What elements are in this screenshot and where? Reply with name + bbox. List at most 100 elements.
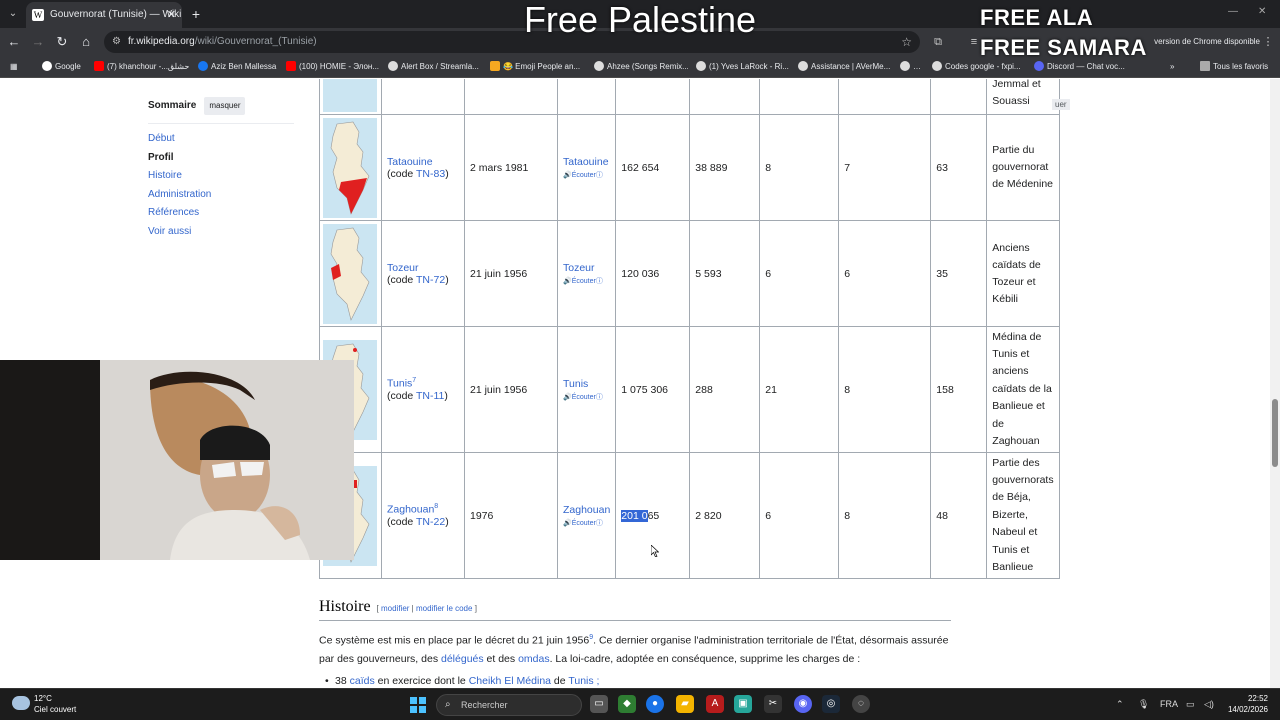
- search-icon: ⌕: [445, 699, 451, 710]
- edit-link[interactable]: modifier: [381, 604, 409, 613]
- name-cell: Tozeur (code TN-72): [381, 220, 465, 327]
- mouse-cursor-icon: [651, 545, 659, 557]
- footnote-ref[interactable]: 8: [434, 503, 438, 510]
- scrollbar-thumb[interactable]: [1272, 399, 1278, 467]
- xbox-app-icon[interactable]: ◆: [618, 695, 636, 713]
- weather-widget[interactable]: 12°C Ciel couvert: [12, 693, 102, 717]
- seat-link[interactable]: Zaghouan: [563, 504, 610, 516]
- iso-code-link[interactable]: TN-11: [416, 390, 444, 402]
- toc-item-references[interactable]: Références: [148, 204, 294, 223]
- taskbar-clock[interactable]: 22:52 14/02/2026: [1222, 693, 1268, 715]
- bookmark-facebook[interactable]: Aziz Ben Mallessa: [198, 56, 280, 78]
- reload-icon[interactable]: ↻: [54, 34, 70, 50]
- start-button[interactable]: [410, 697, 426, 713]
- facebook-icon: [198, 61, 208, 71]
- listen-link[interactable]: 🔊Écouterⓘ: [563, 518, 610, 528]
- governorate-link[interactable]: Zaghouan: [387, 504, 434, 516]
- listen-link[interactable]: 🔊Écouterⓘ: [563, 392, 610, 402]
- app-icon[interactable]: ▣: [734, 695, 752, 713]
- hide-stub-button[interactable]: uer: [1052, 99, 1070, 110]
- toc-hide-button[interactable]: masquer: [204, 97, 246, 115]
- bookmark-yves-larock[interactable]: (1) Yves LaRock - Ri...: [696, 56, 790, 78]
- bookmark-google[interactable]: Google: [42, 56, 90, 78]
- bookmarks-overflow-icon[interactable]: »: [1170, 56, 1182, 78]
- home-icon[interactable]: ⌂: [78, 34, 94, 50]
- toc-item-administration[interactable]: Administration: [148, 186, 294, 205]
- iso-code-link[interactable]: TN-72: [416, 274, 445, 286]
- capcut-icon[interactable]: ✂: [764, 695, 782, 713]
- bookmark-unnamed[interactable]: …: [900, 56, 924, 78]
- language-indicator[interactable]: FRA: [1160, 697, 1178, 711]
- info-icon: ⓘ: [595, 519, 603, 527]
- bookmark-emoji[interactable]: 😂 Emoji People an...: [490, 56, 584, 78]
- footnote-ref[interactable]: 7: [412, 377, 416, 384]
- governorate-link[interactable]: Tozeur: [387, 262, 419, 274]
- page-scrollbar[interactable]: [1270, 79, 1280, 688]
- bookmark-star-icon[interactable]: ☆: [901, 31, 912, 53]
- caids-link[interactable]: caïds: [350, 675, 375, 687]
- population-cell[interactable]: 201 065: [615, 452, 691, 579]
- adobe-app-icon[interactable]: A: [706, 695, 724, 713]
- back-icon[interactable]: ←: [6, 34, 22, 50]
- iso-code-link[interactable]: TN-22: [416, 516, 445, 528]
- seat-cell: Tunis 🔊Écouterⓘ: [556, 326, 617, 453]
- seat-link[interactable]: Tunis: [563, 378, 588, 390]
- tunis-link[interactable]: Tunis ;: [568, 675, 599, 687]
- site-info-icon[interactable]: ⚙: [112, 36, 121, 48]
- webcam-feed-image: [0, 360, 354, 560]
- seat-link[interactable]: Tataouine: [563, 156, 609, 168]
- map-image: [323, 79, 377, 112]
- minimize-icon[interactable]: —: [1228, 6, 1238, 17]
- tab-active[interactable]: W Gouvernorat (Tunisie) — Wikipé ✕: [26, 2, 182, 28]
- windows-logo-icon: [410, 697, 417, 704]
- address-bar[interactable]: ⚙ fr.wikipedia.org/wiki/Gouvernorat_(Tun…: [104, 31, 920, 53]
- bookmark-youtube-1[interactable]: (7) khanchour -...حشلق: [94, 56, 190, 78]
- seat-link[interactable]: Tozeur: [563, 262, 595, 274]
- table-row: Tunis7 (code TN-11) 21 juin 1956 Tunis 🔊Éc…: [319, 326, 1060, 453]
- edit-source-link[interactable]: modifier le code: [416, 604, 472, 613]
- extensions-icon[interactable]: ⧉: [930, 34, 946, 50]
- delegues-link[interactable]: délégués: [441, 653, 484, 665]
- chrome-app-icon[interactable]: ●: [646, 695, 664, 713]
- tab-search-icon[interactable]: ⌄: [4, 4, 22, 24]
- listen-link[interactable]: 🔊Écouterⓘ: [563, 276, 610, 286]
- toc-item-profil[interactable]: Profil: [148, 149, 294, 168]
- bookmark-youtube-2[interactable]: (100) HOMIE - Элон...: [286, 56, 380, 78]
- toc-item-debut[interactable]: Début: [148, 130, 294, 149]
- bookmark-avermedia[interactable]: Assistance | AVerMe...: [798, 56, 892, 78]
- chrome-menu-icon[interactable]: ⋮: [1260, 34, 1276, 50]
- forward-icon[interactable]: →: [30, 34, 46, 50]
- all-bookmarks[interactable]: Tous les favoris: [1200, 56, 1276, 78]
- toc-item-histoire[interactable]: Histoire: [148, 167, 294, 186]
- listen-link[interactable]: 🔊Écouterⓘ: [563, 170, 610, 180]
- iso-code-link[interactable]: TN-83: [416, 168, 445, 180]
- delegations-cell: 8: [759, 114, 840, 221]
- wikipedia-favicon-icon: W: [32, 9, 44, 21]
- toc-item-voir-aussi[interactable]: Voir aussi: [148, 223, 294, 242]
- date-cell: 21 juin 1956: [464, 220, 558, 327]
- cheikh-el-medina-link[interactable]: Cheikh El Médina: [469, 675, 551, 687]
- bookmark-ahzee[interactable]: Ahzee (Songs Remix...: [594, 56, 688, 78]
- list-item: 38 caïds en exercice dont le Cheikh El M…: [319, 672, 951, 689]
- new-tab-button[interactable]: +: [188, 5, 204, 23]
- file-explorer-icon[interactable]: ▰: [676, 695, 694, 713]
- task-view-icon[interactable]: ▭: [590, 695, 608, 713]
- discord-app-icon[interactable]: ◉: [794, 695, 812, 713]
- governorate-link[interactable]: Tataouine: [387, 156, 433, 168]
- governorate-link[interactable]: Tunis: [387, 378, 412, 390]
- steam-app-icon[interactable]: ◎: [822, 695, 840, 713]
- apps-grid-icon[interactable]: ▦: [10, 56, 24, 78]
- volume-icon[interactable]: ◁): [1204, 697, 1214, 711]
- omdas-link[interactable]: omdas: [518, 653, 550, 665]
- microphone-icon[interactable]: 🎙: [1138, 697, 1149, 711]
- weather-temp: 12°C: [34, 694, 52, 703]
- tab-close-icon[interactable]: ✕: [167, 2, 176, 28]
- info-icon: ⓘ: [595, 277, 603, 285]
- bookmark-streamlabs[interactable]: Alert Box / Streamla...: [388, 56, 482, 78]
- taskbar-search[interactable]: ⌕ Rechercher: [436, 694, 582, 716]
- origin-cell: Partie du gouvernorat de Médenine: [986, 114, 1060, 221]
- tray-overflow-icon[interactable]: ⌃: [1116, 697, 1124, 711]
- close-window-icon[interactable]: ✕: [1258, 6, 1266, 17]
- obs-app-icon[interactable]: ◌: [852, 695, 870, 713]
- network-icon[interactable]: ▭: [1186, 697, 1195, 711]
